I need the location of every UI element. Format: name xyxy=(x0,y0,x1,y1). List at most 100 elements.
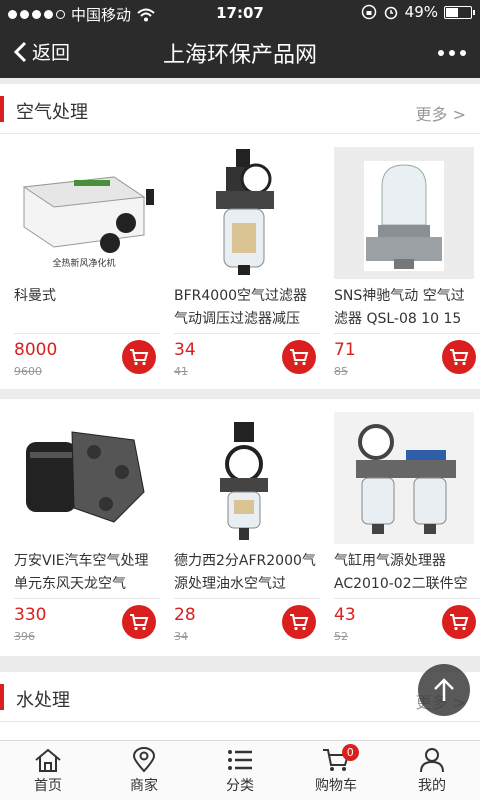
divider xyxy=(334,333,480,334)
divider xyxy=(334,598,480,599)
cart-badge: 0 xyxy=(341,744,359,761)
tab-categories[interactable]: 分类 xyxy=(192,741,288,800)
product-name[interactable]: 德力西2分AFR2000气源处理油水空气过 xyxy=(174,550,318,596)
page-title: 上海环保产品网 xyxy=(162,43,317,68)
afr2000-image xyxy=(220,422,268,540)
product-name[interactable]: 科曼式 xyxy=(14,285,158,331)
add-to-cart-button[interactable] xyxy=(282,605,316,639)
more-menu-button[interactable] xyxy=(438,50,466,56)
ventilator-image: 全热新风净化机 xyxy=(22,176,154,269)
product-price: 43 xyxy=(334,605,356,625)
product-row: 万安VIE汽车空气处理单元东风天龙空气 330 396 德力西2分AFR2000… xyxy=(0,400,480,646)
product-image[interactable] xyxy=(174,412,314,544)
product-card[interactable]: SNS神驰气动 空气过滤器 QSL-08 10 15 71 85 xyxy=(320,135,480,381)
add-to-cart-button[interactable] xyxy=(122,340,156,374)
product-card[interactable]: 万安VIE汽车空气处理单元东风天龙空气 330 396 xyxy=(0,400,160,646)
rotation-lock-icon xyxy=(361,4,376,20)
product-original-price: 34 xyxy=(174,630,188,643)
more-link[interactable]: 更多 > xyxy=(415,101,466,125)
section-accent-bar xyxy=(0,684,4,710)
tab-bar: 首页 商家 分类 0 购物车 我的 xyxy=(0,740,480,800)
product-image[interactable]: 全热新风净化机 xyxy=(14,147,154,279)
divider xyxy=(0,389,480,399)
product-image[interactable] xyxy=(334,412,474,544)
section-water: 水处理 更多 > xyxy=(0,672,480,740)
cart-icon xyxy=(450,614,469,631)
list-icon xyxy=(228,750,252,770)
divider xyxy=(14,598,160,599)
product-name[interactable]: SNS神驰气动 空气过滤器 QSL-08 10 15 xyxy=(334,285,478,331)
home-icon xyxy=(35,748,61,772)
product-image[interactable] xyxy=(334,147,474,279)
cart-icon xyxy=(290,349,309,366)
add-to-cart-button[interactable] xyxy=(122,605,156,639)
product-original-price: 52 xyxy=(334,630,348,643)
alarm-icon xyxy=(384,6,397,20)
cart-icon xyxy=(130,614,149,631)
product-price: 330 xyxy=(14,605,47,625)
tab-home[interactable]: 首页 xyxy=(0,741,96,800)
more-dot-icon xyxy=(438,50,444,56)
product-card[interactable]: BFR4000空气过滤器气动调压过滤器减压 34 41 xyxy=(160,135,320,381)
divider xyxy=(0,656,480,672)
chevron-right-icon: > xyxy=(452,105,466,124)
air-filter-image xyxy=(364,161,444,271)
product-name[interactable]: BFR4000空气过滤器气动调压过滤器减压 xyxy=(174,285,318,331)
more-dot-icon xyxy=(460,50,466,56)
tab-label: 商家 xyxy=(130,778,158,794)
product-price: 34 xyxy=(174,340,196,360)
add-to-cart-button[interactable] xyxy=(442,340,476,374)
tab-label: 首页 xyxy=(34,778,62,794)
product-image-caption: 全热新风净化机 xyxy=(52,257,115,269)
add-to-cart-button[interactable] xyxy=(442,605,476,639)
filter-regulator-image xyxy=(216,149,274,275)
section-header: 水处理 更多 > xyxy=(0,672,480,722)
battery-percent: 49% xyxy=(404,3,438,21)
cart-icon xyxy=(290,614,309,631)
ac2010-image xyxy=(356,424,456,534)
section-accent-bar xyxy=(0,96,4,122)
product-price: 8000 xyxy=(14,340,58,360)
section-title: 水处理 xyxy=(16,690,70,711)
more-dot-icon xyxy=(449,50,455,56)
product-card[interactable]: 全热新风净化机 科曼式 8000 9600 xyxy=(0,135,160,381)
divider xyxy=(174,598,320,599)
arrow-up-icon xyxy=(434,678,454,701)
product-row: 全热新风净化机 科曼式 8000 9600 BFR4000空气过滤器气动调压过滤… xyxy=(0,135,480,381)
product-image[interactable] xyxy=(14,412,154,544)
product-name[interactable]: 气缸用气源处理器AC2010-02二联件空 xyxy=(334,550,478,596)
location-pin-icon xyxy=(132,747,156,773)
product-original-price: 9600 xyxy=(14,365,42,378)
tab-label: 分类 xyxy=(226,778,254,794)
nav-bar: 返回 上海环保产品网 xyxy=(0,26,480,78)
section-air: 空气处理 更多 > 全热新风净化机 科曼式 8000 9600 BFR4000空… xyxy=(0,84,480,656)
add-to-cart-button[interactable] xyxy=(282,340,316,374)
product-image[interactable] xyxy=(174,147,314,279)
section-title: 空气处理 xyxy=(16,102,88,123)
cart-icon xyxy=(130,349,149,366)
divider xyxy=(14,333,160,334)
product-price: 28 xyxy=(174,605,196,625)
divider xyxy=(174,333,320,334)
product-card[interactable]: 德力西2分AFR2000气源处理油水空气过 28 34 xyxy=(160,400,320,646)
tab-cart[interactable]: 0 购物车 xyxy=(288,741,384,800)
product-original-price: 85 xyxy=(334,365,348,378)
tab-label: 购物车 xyxy=(315,778,357,794)
battery-icon xyxy=(444,5,475,19)
more-label: 更多 xyxy=(415,105,448,124)
tab-merchants[interactable]: 商家 xyxy=(96,741,192,800)
tab-label: 我的 xyxy=(418,778,446,794)
product-card[interactable]: 气缸用气源处理器AC2010-02二联件空 43 52 xyxy=(320,400,480,646)
product-original-price: 41 xyxy=(174,365,188,378)
cart-icon xyxy=(450,349,469,366)
product-price: 71 xyxy=(334,340,356,360)
scroll-to-top-button[interactable] xyxy=(418,664,470,716)
product-name[interactable]: 万安VIE汽车空气处理单元东风天龙空气 xyxy=(14,550,158,596)
status-bar: 中国移动 17:07 49% xyxy=(0,0,480,26)
section-header: 空气处理 更多 > xyxy=(0,84,480,134)
status-right: 49% xyxy=(361,3,475,21)
user-icon xyxy=(420,748,444,773)
air-processing-unit-image xyxy=(26,431,145,523)
tab-profile[interactable]: 我的 xyxy=(384,741,480,800)
product-original-price: 396 xyxy=(14,630,35,643)
